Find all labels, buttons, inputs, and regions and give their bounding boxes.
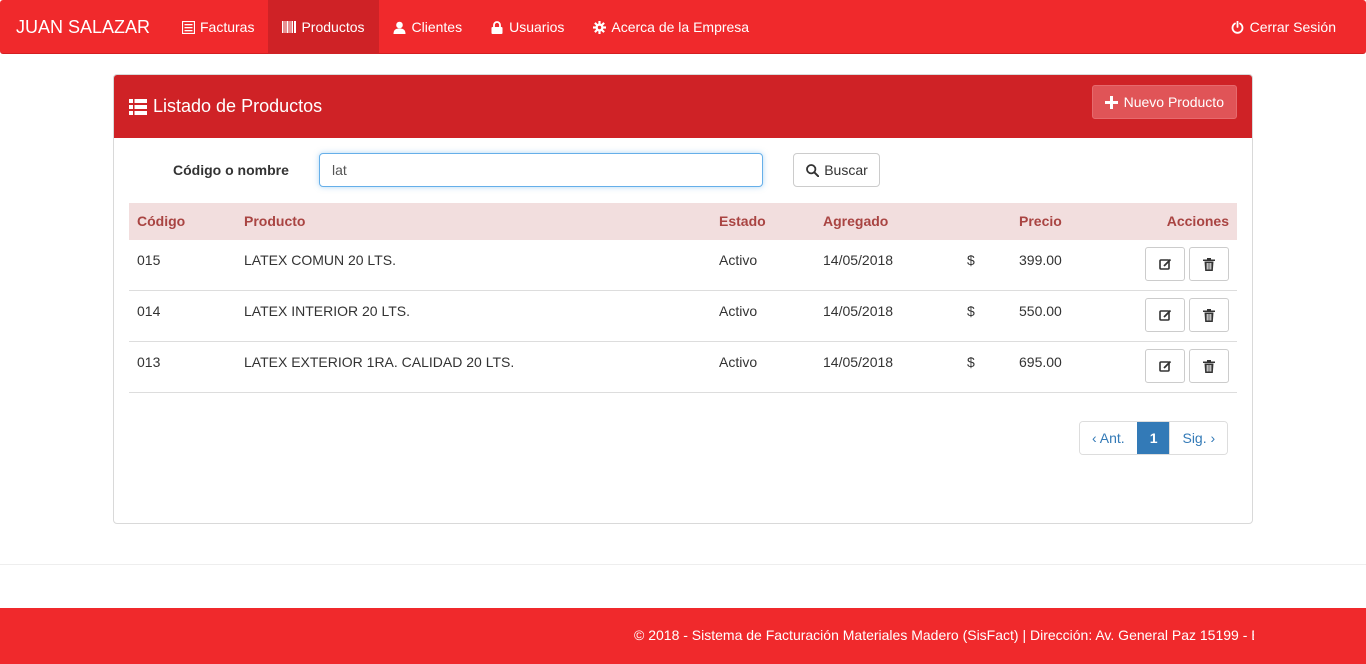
table-row: 013 LATEX EXTERIOR 1RA. CALIDAD 20 LTS. … [129, 342, 1237, 393]
pagination-page-1[interactable]: 1 [1136, 422, 1170, 454]
delete-button[interactable] [1189, 298, 1229, 332]
barcode-icon [282, 20, 297, 34]
cell-price: 695.00 [1019, 354, 1062, 370]
nav-item-clientes[interactable]: Clientes [379, 0, 477, 54]
edit-icon [1158, 359, 1172, 373]
search-button-label: Buscar [824, 162, 868, 178]
cell-added: 14/05/2018 [823, 252, 894, 268]
products-panel: Listado de Productos Nuevo Producto Códi… [113, 74, 1253, 524]
col-code: Código [137, 213, 186, 229]
nav-item-productos[interactable]: Productos [268, 0, 379, 54]
search-label: Código o nombre [173, 162, 289, 178]
power-icon [1231, 20, 1245, 34]
edit-icon [1158, 257, 1172, 271]
nav-label-usuarios: Usuarios [509, 19, 565, 35]
products-table: Código Producto Estado Agregado Precio A… [129, 203, 1237, 393]
logout-label: Cerrar Sesión [1249, 19, 1336, 35]
list-icon [129, 98, 147, 115]
footer: © 2018 - Sistema de Facturación Material… [0, 608, 1366, 664]
pagination-next[interactable]: Sig. › [1169, 422, 1228, 454]
cell-code: 014 [137, 303, 161, 319]
logout-link[interactable]: Cerrar Sesión [1231, 0, 1336, 54]
cell-added: 14/05/2018 [823, 354, 894, 370]
pagination: ‹ Ant. 1 Sig. › [1079, 421, 1229, 455]
edit-button[interactable] [1145, 247, 1185, 281]
col-actions: Acciones [1166, 213, 1229, 229]
col-price: Precio [1019, 213, 1062, 229]
main-nav: Facturas Productos Clientes Usuarios Ace… [167, 0, 763, 54]
cell-code: 013 [137, 354, 161, 370]
cell-product: LATEX INTERIOR 20 LTS. [244, 303, 410, 319]
col-added: Agregado [823, 213, 889, 229]
cell-currency: $ [967, 354, 975, 370]
cell-currency: $ [967, 303, 975, 319]
cell-status: Activo [719, 354, 758, 370]
nav-item-acerca[interactable]: Acerca de la Empresa [578, 0, 763, 54]
trash-icon [1202, 359, 1216, 373]
cog-icon [592, 20, 606, 34]
edit-button[interactable] [1145, 298, 1185, 332]
table-header: Código Producto Estado Agregado Precio A… [129, 203, 1237, 240]
cell-code: 015 [137, 252, 161, 268]
trash-icon [1202, 257, 1216, 271]
footer-text: © 2018 - Sistema de Facturación Material… [634, 627, 1254, 643]
table-row: 014 LATEX INTERIOR 20 LTS. Activo 14/05/… [129, 291, 1237, 342]
nav-item-facturas[interactable]: Facturas [167, 0, 268, 54]
panel-title: Listado de Productos [129, 75, 322, 138]
nav-label-productos: Productos [301, 19, 365, 35]
pagination-prev[interactable]: ‹ Ant. [1080, 422, 1137, 454]
nav-label-acerca: Acerca de la Empresa [611, 19, 750, 35]
search-input[interactable] [319, 153, 763, 187]
list-alt-icon [181, 20, 195, 34]
new-product-button[interactable]: Nuevo Producto [1091, 85, 1237, 119]
cell-status: Activo [719, 303, 758, 319]
col-product: Producto [244, 213, 306, 229]
cell-product: LATEX EXTERIOR 1RA. CALIDAD 20 LTS. [244, 354, 515, 370]
delete-button[interactable] [1189, 247, 1229, 281]
top-navbar: JUAN SALAZAR Facturas Productos Clientes… [0, 0, 1366, 54]
search-button[interactable]: Buscar [793, 153, 880, 187]
cell-price: 550.00 [1019, 303, 1062, 319]
panel-title-text: Listado de Productos [153, 96, 323, 116]
cell-added: 14/05/2018 [823, 303, 894, 319]
nav-label-facturas: Facturas [200, 19, 255, 35]
cell-price: 399.00 [1019, 252, 1062, 268]
edit-icon [1158, 308, 1172, 322]
user-icon [393, 20, 407, 34]
brand-name[interactable]: JUAN SALAZAR [16, 0, 150, 54]
col-status: Estado [719, 213, 766, 229]
delete-button[interactable] [1189, 349, 1229, 383]
cell-product: LATEX COMUN 20 LTS. [244, 252, 396, 268]
nav-label-clientes: Clientes [411, 19, 463, 35]
panel-header: Listado de Productos Nuevo Producto [114, 75, 1252, 138]
new-product-label: Nuevo Producto [1123, 94, 1224, 110]
cell-currency: $ [967, 252, 975, 268]
divider [0, 564, 1366, 565]
plus-icon [1105, 95, 1119, 109]
trash-icon [1202, 308, 1216, 322]
nav-item-usuarios[interactable]: Usuarios [476, 0, 578, 54]
cell-status: Activo [719, 252, 758, 268]
edit-button[interactable] [1145, 349, 1185, 383]
lock-icon [490, 20, 504, 34]
search-icon [805, 163, 819, 177]
table-row: 015 LATEX COMUN 20 LTS. Activo 14/05/201… [129, 240, 1237, 291]
